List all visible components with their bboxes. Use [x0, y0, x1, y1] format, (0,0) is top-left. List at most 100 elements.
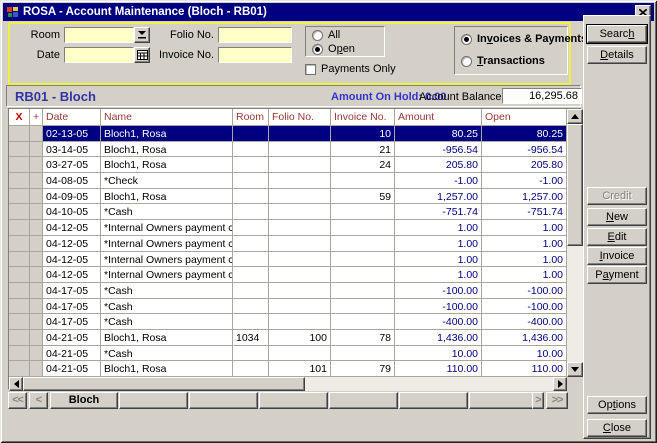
- room-field-wrap: [64, 27, 134, 43]
- cell-amount: 110.00: [395, 361, 482, 377]
- cell-room: [233, 299, 269, 315]
- search-button[interactable]: Search: [587, 25, 647, 43]
- cell-folio: [269, 220, 331, 236]
- column-header-amount[interactable]: Amount: [395, 109, 482, 126]
- titlebar: ROSA - Account Maintenance (Bloch - RB01…: [3, 3, 654, 21]
- account-tab-empty[interactable]: [469, 392, 538, 409]
- cell-room: 1034: [233, 330, 269, 346]
- close-button[interactable]: Close: [587, 419, 647, 437]
- cell-folio: [269, 204, 331, 220]
- column-header-open[interactable]: Open: [482, 109, 567, 126]
- new-button[interactable]: New: [587, 208, 647, 226]
- cell-plus: [30, 299, 43, 315]
- cell-plus: [30, 252, 43, 268]
- table-row[interactable]: 04-09-05Bloch1, Rosa591,257.001,257.00: [9, 189, 567, 205]
- folio-field-wrap: [218, 27, 292, 43]
- table-row[interactable]: 04-21-05*Cash10.0010.00: [9, 346, 567, 362]
- table-row[interactable]: 03-27-05Bloch1, Rosa24205.80205.80: [9, 157, 567, 173]
- radio-transactions[interactable]: Transactions: [461, 55, 545, 67]
- cell-open: 1.00: [482, 252, 567, 268]
- vertical-scrollbar[interactable]: [567, 109, 583, 377]
- last-account-button[interactable]: >>: [546, 392, 568, 409]
- scroll-left-icon: [14, 380, 19, 388]
- table-row[interactable]: 04-21-05Bloch1, Rosa10179110.00110.00: [9, 361, 567, 377]
- cell-folio: [269, 283, 331, 299]
- cell-date: 03-27-05: [43, 157, 101, 173]
- scroll-right-button[interactable]: [553, 377, 567, 391]
- cell-name: Bloch1, Rosa: [101, 330, 233, 346]
- table-row[interactable]: 04-12-05*Internal Owners payment code1.0…: [9, 236, 567, 252]
- next-account-button[interactable]: >: [532, 392, 544, 409]
- cell-amount: 1.00: [395, 236, 482, 252]
- payment-button[interactable]: Payment: [587, 266, 647, 284]
- account-tab-empty[interactable]: [259, 392, 328, 409]
- grid-header-row: X+DateNameRoomFolio No.Invoice No.Amount…: [9, 109, 567, 126]
- scrollbar-corner: [567, 377, 583, 391]
- table-row[interactable]: 04-17-05*Cash-100.00-100.00: [9, 299, 567, 315]
- account-tab-empty[interactable]: [189, 392, 258, 409]
- radio-invoices-payments[interactable]: Invoices & Payments: [461, 33, 587, 45]
- invoice-input-wrap: [218, 47, 292, 63]
- cell-invoice: [331, 314, 395, 330]
- table-row[interactable]: 04-08-05*Check-1.00-1.00: [9, 173, 567, 189]
- details-button[interactable]: Details: [587, 46, 647, 64]
- cell-date: 04-12-05: [43, 220, 101, 236]
- search-panel: Room Date Folio No. Invoice No.: [8, 22, 571, 85]
- horizontal-scroll-thumb[interactable]: [23, 377, 305, 391]
- cell-plus: [30, 314, 43, 330]
- edit-button[interactable]: Edit: [587, 228, 647, 246]
- scroll-left-button[interactable]: [9, 377, 23, 391]
- radio-open[interactable]: Open: [312, 43, 355, 55]
- account-tab-empty[interactable]: [329, 392, 398, 409]
- cell-name: Bloch1, Rosa: [101, 157, 233, 173]
- cell-amount: 205.80: [395, 157, 482, 173]
- invoice-input[interactable]: [219, 48, 291, 62]
- payments-only-checkbox[interactable]: Payments Only: [305, 63, 396, 75]
- table-row[interactable]: 04-12-05*Internal Owners payment code1.0…: [9, 267, 567, 283]
- folio-input[interactable]: [219, 28, 291, 42]
- checkbox-icon: [305, 64, 316, 75]
- cell-amount: -100.00: [395, 299, 482, 315]
- column-header-date[interactable]: Date: [43, 109, 101, 126]
- credit-button[interactable]: Credit: [587, 187, 647, 205]
- table-row[interactable]: 04-21-05Bloch1, Rosa1034100781,436.001,4…: [9, 330, 567, 346]
- options-button[interactable]: Options: [587, 396, 647, 414]
- cell-open: 1.00: [482, 236, 567, 252]
- first-account-button[interactable]: <<: [8, 392, 27, 409]
- column-header-plus[interactable]: +: [30, 109, 43, 126]
- cell-room: [233, 267, 269, 283]
- cell-invoice: 24: [331, 157, 395, 173]
- prev-account-button[interactable]: <: [29, 392, 48, 409]
- cell-room: [233, 314, 269, 330]
- column-header-room[interactable]: Room: [233, 109, 269, 126]
- table-row[interactable]: 04-12-05*Internal Owners payment code1.0…: [9, 252, 567, 268]
- vertical-scroll-thumb[interactable]: [567, 124, 583, 246]
- account-tab-empty[interactable]: [399, 392, 468, 409]
- cell-plus: [30, 220, 43, 236]
- table-row[interactable]: 04-17-05*Cash-400.00-400.00: [9, 314, 567, 330]
- column-header-name[interactable]: Name: [101, 109, 233, 126]
- cell-invoice: [331, 173, 395, 189]
- cell-folio: [269, 346, 331, 362]
- account-tab-empty[interactable]: [119, 392, 188, 409]
- radio-all[interactable]: All: [312, 29, 340, 41]
- horizontal-scrollbar[interactable]: [9, 377, 567, 391]
- cell-amount: 10.00: [395, 346, 482, 362]
- table-row[interactable]: 04-10-05*Cash-751.74-751.74: [9, 204, 567, 220]
- column-header-folio[interactable]: Folio No.: [269, 109, 331, 126]
- column-header-invoice[interactable]: Invoice No.: [331, 109, 395, 126]
- column-header-x[interactable]: X: [9, 109, 30, 126]
- table-row[interactable]: 04-12-05*Internal Owners payment code1.0…: [9, 220, 567, 236]
- invoice-button[interactable]: Invoice: [587, 247, 647, 265]
- scroll-up-button[interactable]: [567, 109, 583, 124]
- radio-all-icon: [312, 30, 323, 41]
- account-tab-bloch[interactable]: Bloch: [50, 392, 118, 409]
- scroll-down-button[interactable]: [567, 362, 583, 377]
- table-row[interactable]: 04-17-05*Cash-100.00-100.00: [9, 283, 567, 299]
- cell-date: 04-12-05: [43, 267, 101, 283]
- room-input[interactable]: [65, 28, 133, 42]
- room-label: Room: [10, 29, 60, 41]
- table-row[interactable]: 02-13-05Bloch1, Rosa1080.2580.25: [9, 126, 567, 142]
- table-row[interactable]: 03-14-05Bloch1, Rosa21-956.54-956.54: [9, 142, 567, 158]
- date-input[interactable]: [65, 48, 133, 62]
